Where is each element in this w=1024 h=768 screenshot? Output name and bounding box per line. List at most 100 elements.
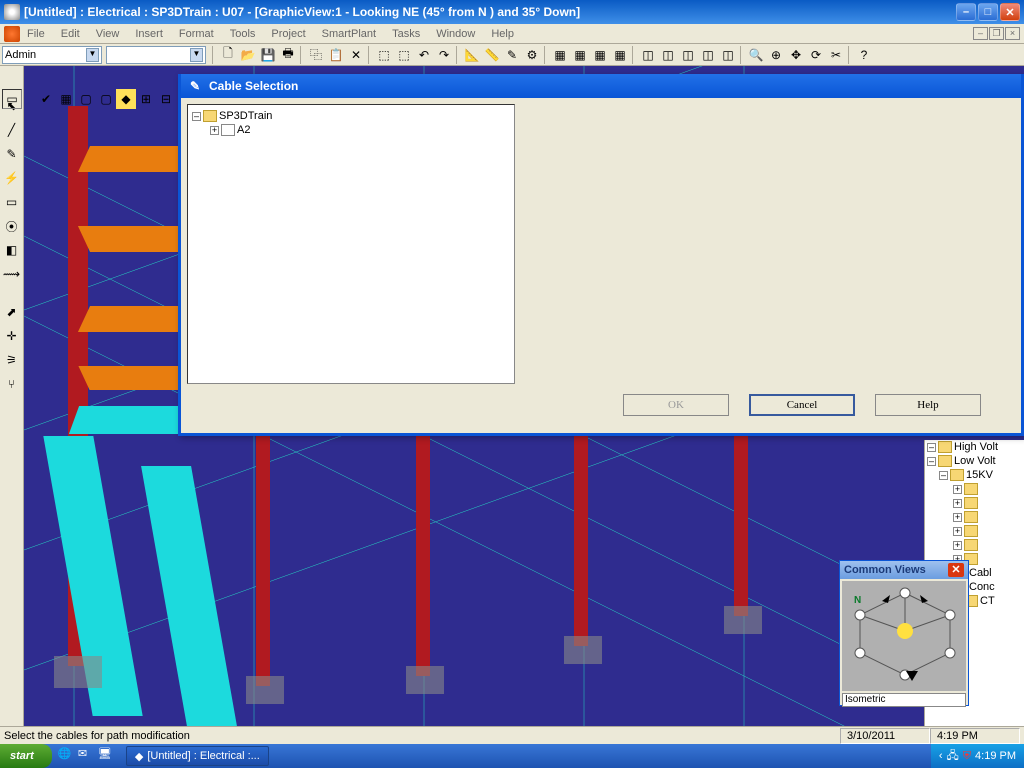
mail-icon[interactable]: ✉ <box>78 747 96 765</box>
tray-shield-icon[interactable]: ⛨ <box>963 750 971 763</box>
help-button[interactable]: ? <box>854 45 874 65</box>
cancel-button[interactable]: Cancel <box>749 394 855 416</box>
tree-node-15kv[interactable]: 15KV <box>966 469 993 481</box>
collapse-icon[interactable]: – <box>192 112 201 121</box>
zoom-button[interactable]: 🔍 <box>746 45 766 65</box>
save-button[interactable]: 💾 <box>258 45 278 65</box>
mdi-minimize-button[interactable]: – <box>973 27 988 40</box>
select-button[interactable]: ⬚ <box>374 45 394 65</box>
common-views-body[interactable]: N <box>842 581 966 691</box>
tray-network-icon[interactable]: 🖧 <box>947 747 959 766</box>
equip-tool[interactable]: ◧ <box>2 240 22 260</box>
menu-window[interactable]: Window <box>429 26 482 42</box>
tree-child[interactable]: A2 <box>237 124 250 136</box>
print-button[interactable]: 🖶 <box>278 45 298 65</box>
grid-c-button[interactable]: ▦ <box>590 45 610 65</box>
expand-icon[interactable]: + <box>210 126 219 135</box>
menu-edit[interactable]: Edit <box>54 26 87 42</box>
tray-clock[interactable]: 4:19 PM <box>975 750 1016 762</box>
opt-b-button[interactable]: ▢ <box>96 89 116 109</box>
close-icon[interactable]: ✕ <box>948 563 964 577</box>
pencil-icon: ✎ <box>187 78 203 94</box>
clip-button[interactable]: ✂ <box>826 45 846 65</box>
menu-file[interactable]: File <box>20 26 52 42</box>
undo-button[interactable]: ↶ <box>414 45 434 65</box>
tree-node-highvolt[interactable]: High Volt <box>954 441 998 453</box>
select2-button[interactable]: ⬚ <box>394 45 414 65</box>
copy-button[interactable]: ⿻ <box>306 45 326 65</box>
menu-smartplant[interactable]: SmartPlant <box>315 26 383 42</box>
snap-tool[interactable]: ✛ <box>2 326 22 346</box>
dialog-titlebar[interactable]: ✎ Cable Selection <box>181 74 1021 98</box>
pan-button[interactable]: ✥ <box>786 45 806 65</box>
locate-button[interactable]: ✔ <box>36 89 56 109</box>
view-d-button[interactable]: ◫ <box>698 45 718 65</box>
refresh-button[interactable]: ⟳ <box>806 45 826 65</box>
tool-a-button[interactable]: 📐 <box>462 45 482 65</box>
role-combo[interactable]: Admin ▼ <box>2 46 102 64</box>
task-app[interactable]: ◆ [Untitled] : Electrical :... <box>126 746 269 766</box>
tree-node-ct[interactable]: CT <box>980 595 995 607</box>
sel-mode-button[interactable]: ▭ <box>2 89 22 109</box>
view-b-button[interactable]: ◫ <box>658 45 678 65</box>
common-views-palette[interactable]: Common Views ✕ N Isometric <box>839 560 969 706</box>
delete-button[interactable]: ✕ <box>346 45 366 65</box>
pick-tool[interactable]: ⬈ <box>2 302 22 322</box>
menu-insert[interactable]: Insert <box>128 26 170 42</box>
minimize-button[interactable]: – <box>956 3 976 21</box>
start-button[interactable]: start <box>0 744 52 768</box>
filter-combo[interactable]: ▼ <box>106 46 206 64</box>
maximize-button[interactable]: □ <box>978 3 998 21</box>
open-button[interactable]: 📂 <box>238 45 258 65</box>
tool-b-button[interactable]: 📏 <box>482 45 502 65</box>
dialog-help-button[interactable]: Help <box>875 394 981 416</box>
view-c-button[interactable]: ◫ <box>678 45 698 65</box>
common-views-title[interactable]: Common Views ✕ <box>840 561 968 579</box>
redo-button[interactable]: ↷ <box>434 45 454 65</box>
grid-d-button[interactable]: ▦ <box>610 45 630 65</box>
tree-node-lowvolt[interactable]: Low Volt <box>954 455 996 467</box>
filter-button[interactable]: ▦ <box>56 89 76 109</box>
opt-d-button[interactable]: ⊟ <box>156 89 176 109</box>
mdi-close-button[interactable]: × <box>1005 27 1020 40</box>
route-tool[interactable]: ⟿ <box>2 264 22 284</box>
branch-tool[interactable]: ⑂ <box>2 374 22 394</box>
warning-icon[interactable]: ◆ <box>116 89 136 109</box>
tool-c-button[interactable]: ✎ <box>502 45 522 65</box>
opt-c-button[interactable]: ⊞ <box>136 89 156 109</box>
view-e-button[interactable]: ◫ <box>718 45 738 65</box>
mdi-restore-button[interactable]: ❐ <box>989 27 1004 40</box>
symbol-tool[interactable]: ⚞ <box>2 350 22 370</box>
menu-tasks[interactable]: Tasks <box>385 26 427 42</box>
tray-tool[interactable]: ▭ <box>2 192 22 212</box>
conduit-tool[interactable]: ⦿ <box>2 216 22 236</box>
desktop-icon[interactable]: 🖥 <box>98 747 116 765</box>
tray-chevron-icon[interactable]: ‹ <box>939 750 943 762</box>
grid-b-button[interactable]: ▦ <box>570 45 590 65</box>
tree-root[interactable]: SP3DTrain <box>219 110 272 122</box>
menu-project[interactable]: Project <box>264 26 312 42</box>
system-tray[interactable]: ‹ 🖧 ⛨ 4:19 PM <box>931 744 1024 768</box>
zoom-fit-button[interactable]: ⊕ <box>766 45 786 65</box>
opt-a-button[interactable]: ▢ <box>76 89 96 109</box>
tree-node-conc[interactable]: Conc <box>969 581 995 593</box>
menu-format[interactable]: Format <box>172 26 221 42</box>
ie-icon[interactable]: 🌐 <box>58 747 76 765</box>
menu-tools[interactable]: Tools <box>223 26 263 42</box>
view-a-button[interactable]: ◫ <box>638 45 658 65</box>
main-toolbar: Admin ▼ ▼ 🗋 📂 💾 🖶 ⿻ 📋 ✕ ⬚ ⬚ ↶ ↷ 📐 📏 ✎ ⚙ … <box>0 44 1024 66</box>
grid-a-button[interactable]: ▦ <box>550 45 570 65</box>
menu-help[interactable]: Help <box>484 26 521 42</box>
cable-tool[interactable]: ⚡ <box>2 168 22 188</box>
new-button[interactable]: 🗋 <box>218 45 238 65</box>
ok-button[interactable]: OK <box>623 394 729 416</box>
window-title: [Untitled] : Electrical : SP3DTrain : U0… <box>24 5 956 19</box>
dialog-tree[interactable]: – SP3DTrain + A2 <box>187 104 515 384</box>
tree-node-cable[interactable]: Cabl <box>969 567 992 579</box>
line-tool[interactable]: ╱ <box>2 120 22 140</box>
menu-view[interactable]: View <box>89 26 127 42</box>
paste-button[interactable]: 📋 <box>326 45 346 65</box>
close-button[interactable]: ✕ <box>1000 3 1020 21</box>
tool-d-button[interactable]: ⚙ <box>522 45 542 65</box>
edit-tool[interactable]: ✎ <box>2 144 22 164</box>
